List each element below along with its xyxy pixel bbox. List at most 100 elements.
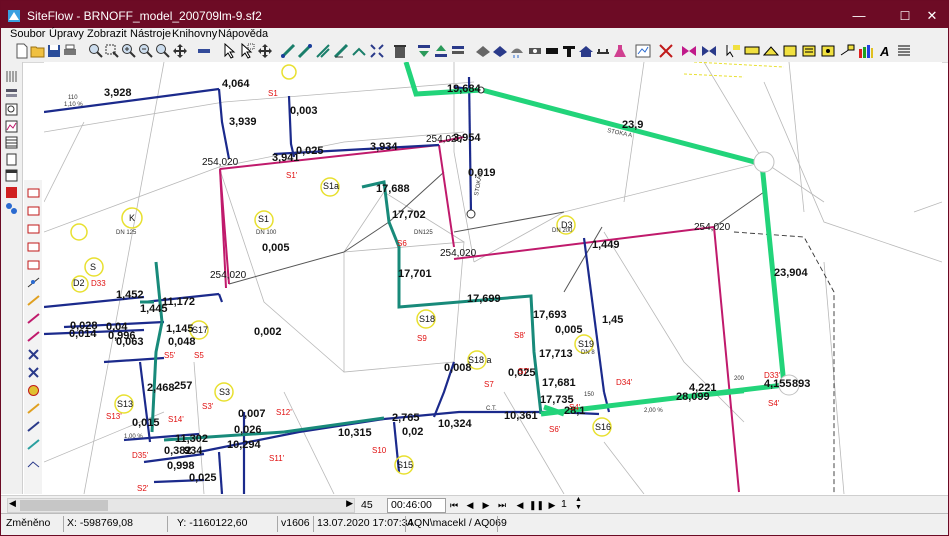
label-tool-3-icon[interactable] [763,43,779,59]
frame-field[interactable]: 45 [357,498,390,513]
zoom-window-icon[interactable] [104,43,120,59]
play-back-icon[interactable]: ◀ [513,498,527,512]
pump-icon[interactable] [561,43,577,59]
label-tool-5-icon[interactable] [801,43,817,59]
node-label: 254,020 [210,270,247,281]
object-tool-1-icon[interactable] [27,186,40,199]
object-tool-4-icon[interactable] [27,240,40,253]
horizontal-scrollbar[interactable]: ◀ ▶ [7,498,355,513]
label-tool-6-icon[interactable] [820,43,836,59]
label-tool-1-icon[interactable] [725,43,741,59]
label-tool-2-icon[interactable] [744,43,760,59]
pipe-tool-1-icon[interactable] [280,43,296,59]
chart-panel-icon[interactable] [5,120,18,133]
bow-tie-2-icon[interactable] [701,43,717,59]
zoom-extents-icon[interactable] [155,43,171,59]
pipe-tool-5-icon[interactable] [351,43,367,59]
play-icon[interactable]: ▶ [545,498,559,512]
status-divider [63,516,64,532]
object-tool-5-icon[interactable] [27,258,40,271]
object-tool-10-icon[interactable] [27,348,40,361]
save-icon[interactable] [46,43,62,59]
object-tool-2-icon[interactable] [27,204,40,217]
object-tool-13-icon[interactable] [27,402,40,415]
prev-frame-icon[interactable]: ◀ [463,498,477,512]
window-panel-icon[interactable] [5,169,18,182]
rain-icon[interactable] [509,43,525,59]
split-icon[interactable] [369,43,385,59]
menu-soubor[interactable]: Soubor [10,28,45,40]
pipe-tool-3-icon[interactable] [315,43,331,59]
maximize-button[interactable]: ☐ [890,5,920,27]
area-icon[interactable] [492,43,508,59]
object-tool-12-icon[interactable] [27,384,40,397]
find-icon[interactable] [5,103,18,116]
step-field[interactable]: 1 [561,498,567,510]
object-tool-8-icon[interactable] [27,312,40,325]
zoom-in-icon[interactable] [121,43,137,59]
first-frame-icon[interactable]: ⏮ [447,498,461,512]
menu-nastroje[interactable]: Nástroje [130,28,171,40]
document-icon[interactable] [5,153,18,166]
move-icon[interactable] [257,43,273,59]
flask-icon[interactable] [612,43,628,59]
catchment-icon[interactable] [475,43,491,59]
label-tool-7-icon[interactable] [839,43,855,59]
close-button[interactable]: ✕ [917,5,947,27]
table-panel-icon[interactable] [5,136,18,149]
text-icon[interactable]: A [877,43,893,59]
outlet-icon[interactable] [527,43,543,59]
network-icon[interactable] [5,202,18,215]
object-tool-11-icon[interactable] [27,366,40,379]
select-window-icon[interactable] [239,43,255,59]
menu-knihovny[interactable]: Knihovny [172,28,217,40]
alert-icon[interactable] [5,186,18,199]
menu-zobrazit[interactable]: Zobrazit [87,28,127,40]
zoom-out-icon[interactable] [138,43,154,59]
object-tool-7-icon[interactable] [27,294,40,307]
network-drawing[interactable]: 3,928 4,064 3,939 0,003 3,941 0,025 3,93… [44,62,942,494]
object-tool-16-icon[interactable] [27,456,40,469]
drawing-canvas[interactable]: 3,928 4,064 3,939 0,003 3,941 0,025 3,93… [44,62,942,494]
pipe-tool-2-icon[interactable] [297,43,313,59]
valve-icon[interactable] [595,43,611,59]
time-field[interactable]: 00:46:00 [387,498,446,513]
align-icon[interactable] [896,43,912,59]
scroll-thumb[interactable] [20,500,108,511]
grid-icon[interactable] [5,70,18,83]
object-tool-14-icon[interactable] [27,420,40,433]
layer-down-icon[interactable] [416,43,432,59]
new-icon[interactable] [14,43,30,59]
delete-icon[interactable] [392,43,408,59]
weir-icon[interactable] [544,43,560,59]
open-icon[interactable] [30,43,46,59]
pan-icon[interactable] [172,43,188,59]
line-tool-icon[interactable] [196,43,212,59]
object-tool-3-icon[interactable] [27,222,40,235]
tank-icon[interactable] [578,43,594,59]
select-icon[interactable] [222,43,238,59]
step-spinner[interactable]: ▲ ▼ [573,496,585,512]
last-frame-icon[interactable]: ⏭ [495,498,509,512]
layer-up-icon[interactable] [433,43,449,59]
layers-icon[interactable] [450,43,466,59]
graph-icon[interactable] [635,43,651,59]
bow-tie-1-icon[interactable] [681,43,697,59]
layers-panel-icon[interactable] [5,87,18,100]
zoom-icon[interactable] [88,43,104,59]
label-tool-4-icon[interactable] [782,43,798,59]
pipe-tool-4-icon[interactable] [333,43,349,59]
menu-upravy[interactable]: Úpravy [49,28,84,40]
object-tool-6-icon[interactable] [27,276,40,289]
menu-napoveda[interactable]: Nápověda [218,28,268,40]
next-frame-icon[interactable]: ▶ [479,498,493,512]
object-tool-9-icon[interactable] [27,330,40,343]
minimize-button[interactable]: — [844,5,874,27]
object-tool-15-icon[interactable] [27,438,40,451]
pause-icon[interactable]: ❚❚ [529,498,544,512]
scroll-right-icon[interactable]: ▶ [346,498,353,509]
scroll-left-icon[interactable]: ◀ [9,498,16,509]
color-bars-icon[interactable] [858,43,874,59]
cross-out-icon[interactable] [658,43,674,59]
print-icon[interactable] [62,43,78,59]
